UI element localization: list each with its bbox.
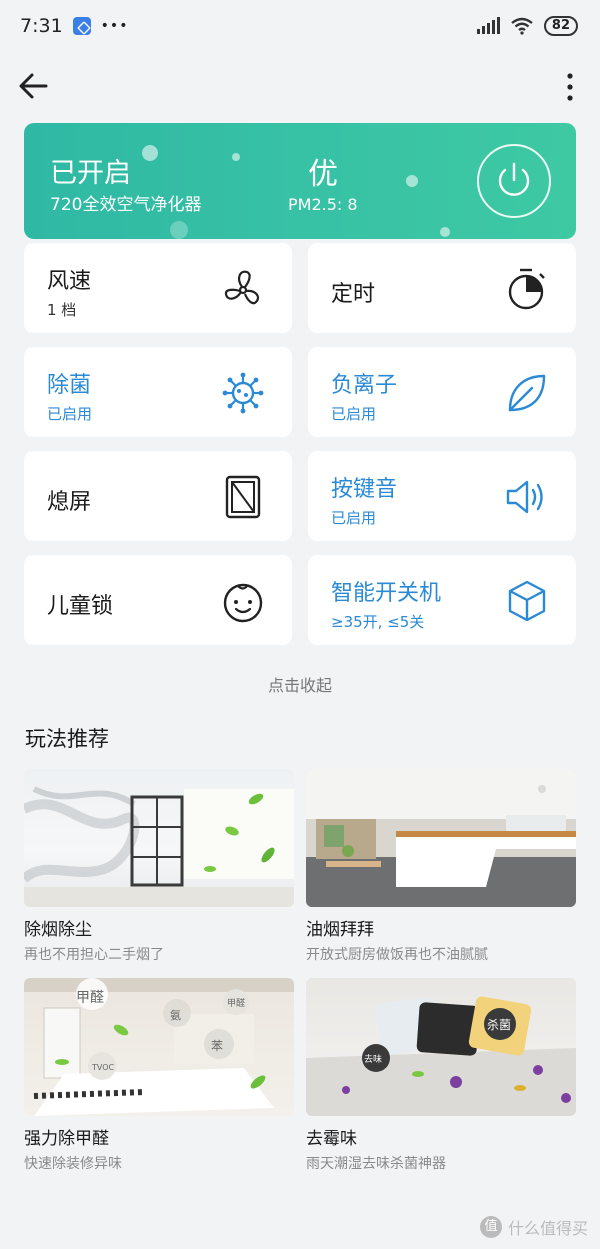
control-title: 熄屏 <box>47 490 92 515</box>
watermark-text: 什么值得买 <box>507 1219 588 1238</box>
bubble-label: 去味 <box>364 1053 382 1065</box>
top-bar <box>0 52 600 122</box>
control-subtitle: 已启用 <box>331 405 377 423</box>
control-title: 除菌 <box>47 373 92 398</box>
control-smart-power[interactable]: 智能开关机 ≥35开, ≤5关 <box>308 555 576 645</box>
recommend-card-kitchen[interactable]: 油烟拜拜 开放式厨房做饭再也不油腻腻 <box>306 769 576 964</box>
germ-icon <box>222 372 264 414</box>
card-image <box>306 769 576 907</box>
card-image: 杀菌 去味 <box>306 978 576 1116</box>
control-title: 定时 <box>331 282 376 307</box>
device-status-card: 已开启 720全效空气净化器 优 PM2.5: 8 <box>24 123 576 239</box>
bubble-label: 氨 <box>170 1009 181 1022</box>
bubble-label: 苯 <box>211 1039 223 1053</box>
air-quality-label: 优 <box>308 157 338 192</box>
control-title: 智能开关机 <box>331 581 442 606</box>
timer-icon <box>508 268 545 310</box>
back-arrow-icon[interactable] <box>16 68 52 104</box>
cube-icon <box>508 580 546 622</box>
control-subtitle: 已启用 <box>47 405 93 423</box>
card-subtitle: 快速除装修异味 <box>24 1156 122 1172</box>
device-name: 720全效空气净化器 <box>50 195 202 215</box>
watermark-logo-icon: 值 <box>479 1216 502 1238</box>
fan-icon <box>224 270 260 305</box>
watermark: 值 什么值得买 <box>479 1215 588 1239</box>
power-button[interactable] <box>477 144 551 218</box>
app-notification-icon <box>72 17 91 35</box>
control-anion[interactable]: 负离子 已启用 <box>308 347 576 437</box>
control-title: 风速 <box>47 269 92 294</box>
speaker-icon <box>506 480 543 514</box>
device-power-status: 已开启 <box>50 158 131 189</box>
control-screen-off[interactable]: 熄屏 <box>24 451 292 541</box>
control-fan-speed[interactable]: 风速 1 档 <box>24 243 292 333</box>
bubble-label: 杀菌 <box>487 1017 511 1032</box>
control-subtitle: ≥35开, ≤5关 <box>331 613 425 631</box>
status-bar: 7:31 ••• 82 <box>0 0 600 52</box>
card-title: 油烟拜拜 <box>306 920 374 940</box>
more-options-icon[interactable] <box>560 70 580 104</box>
card-image: 甲醛 氨 苯 甲醛 TVOC <box>24 978 294 1116</box>
bubble-label: 甲醛 <box>227 997 245 1009</box>
collapse-button[interactable]: 点击收起 <box>0 672 600 696</box>
pm25-reading: PM2.5: 8 <box>288 195 358 214</box>
control-sterilize[interactable]: 除菌 已启用 <box>24 347 292 437</box>
child-face-icon <box>223 583 263 623</box>
card-subtitle: 再也不用担心二手烟了 <box>24 947 164 963</box>
bubble-label: TVOC <box>91 1063 115 1072</box>
card-image <box>24 769 294 907</box>
bubble-label: 甲醛 <box>76 990 104 1006</box>
more-notifications-icon: ••• <box>100 18 129 34</box>
recommend-card-smoke[interactable]: 除烟除尘 再也不用担心二手烟了 <box>24 769 294 964</box>
power-icon <box>498 162 530 196</box>
battery-indicator: 82 <box>543 16 578 36</box>
card-title: 去霉味 <box>306 1129 357 1149</box>
control-subtitle: 1 档 <box>47 301 77 319</box>
control-child-lock[interactable]: 儿童锁 <box>24 555 292 645</box>
control-title: 儿童锁 <box>47 594 114 619</box>
recommend-card-formaldehyde[interactable]: 甲醛 氨 苯 甲醛 TVOC 强力除甲醛 快速除装修异味 <box>24 978 294 1173</box>
card-subtitle: 雨天潮湿去味杀菌神器 <box>306 1156 446 1172</box>
control-subtitle: 已启用 <box>331 509 377 527</box>
card-title: 强力除甲醛 <box>24 1129 109 1149</box>
signal-icon <box>476 17 500 34</box>
control-title: 负离子 <box>331 373 398 398</box>
screen-off-icon <box>225 475 261 519</box>
control-timer[interactable]: 定时 <box>308 243 576 333</box>
card-title: 除烟除尘 <box>24 920 92 940</box>
recommend-card-mold[interactable]: 杀菌 去味 去霉味 雨天潮湿去味杀菌神器 <box>306 978 576 1173</box>
control-key-sound[interactable]: 按键音 已启用 <box>308 451 576 541</box>
control-title: 按键音 <box>331 477 398 502</box>
wifi-icon <box>511 17 533 35</box>
recommend-section-title: 玩法推荐 <box>25 727 109 751</box>
leaf-icon <box>508 374 546 412</box>
status-time: 7:31 <box>20 15 63 37</box>
card-subtitle: 开放式厨房做饭再也不油腻腻 <box>306 947 488 963</box>
